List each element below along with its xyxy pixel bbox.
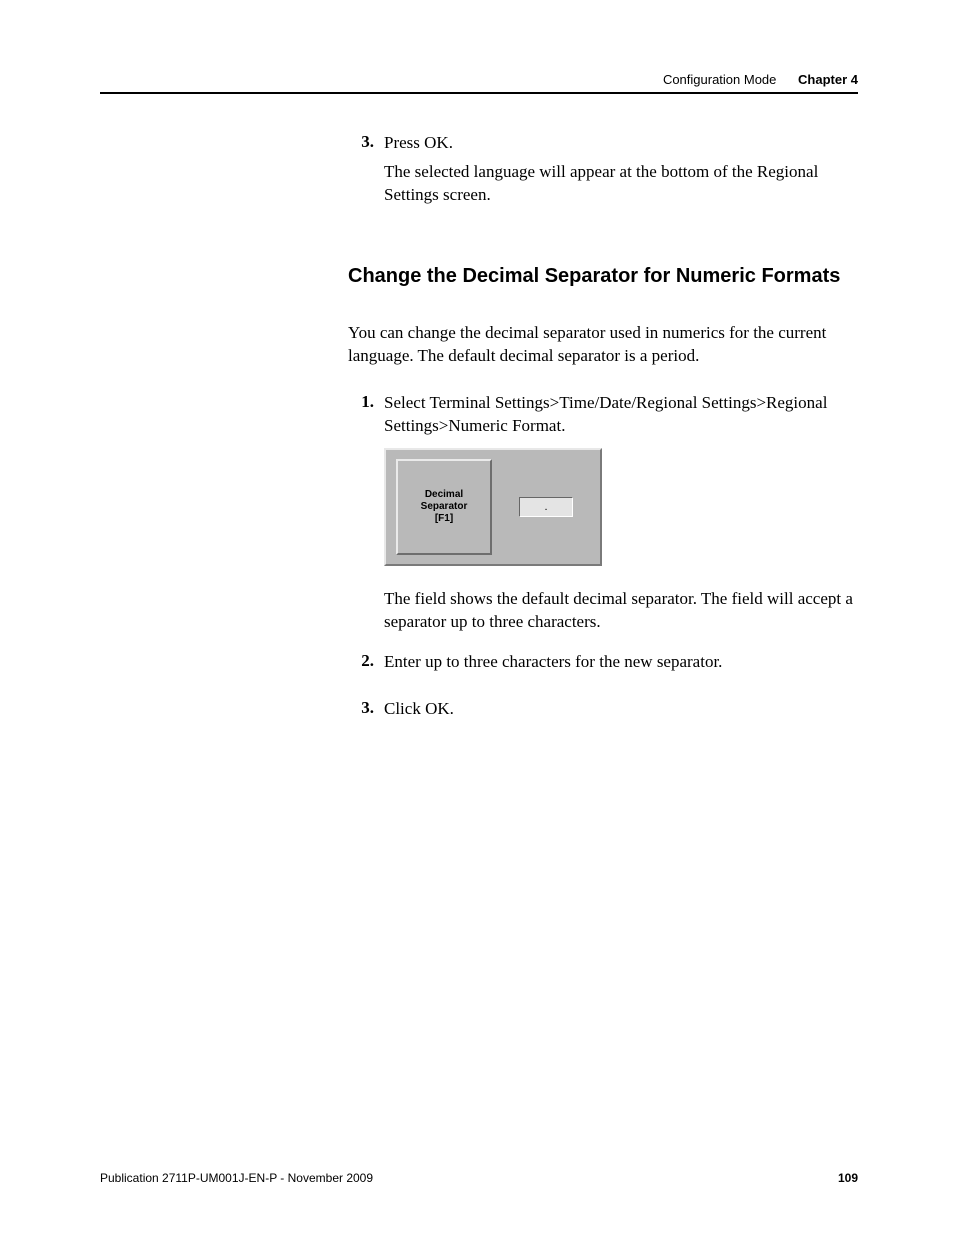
step-text: Click OK.: [384, 698, 858, 721]
button-line3: [F1]: [398, 513, 490, 525]
step-3-press-ok: 3. Press OK.: [348, 132, 858, 155]
step-2: 2. Enter up to three characters for the …: [348, 651, 858, 674]
header-rule: [100, 92, 858, 94]
field-wrap: .: [492, 497, 600, 517]
page-number: 109: [838, 1171, 858, 1185]
step1-followup: The field shows the default decimal sepa…: [384, 588, 858, 634]
section-name: Configuration Mode: [663, 72, 776, 87]
publication-info: Publication 2711P-UM001J-EN-P - November…: [100, 1171, 373, 1185]
step-number: 3.: [348, 698, 374, 721]
main-content: 3. Press OK. The selected language will …: [348, 132, 858, 727]
step-number: 1.: [348, 392, 374, 438]
button-line1: Decimal: [398, 489, 490, 501]
step-3: 3. Click OK.: [348, 698, 858, 721]
step-text: Enter up to three characters for the new…: [384, 651, 858, 674]
button-line2: Separator: [398, 501, 490, 513]
page-footer: Publication 2711P-UM001J-EN-P - November…: [100, 1171, 858, 1185]
step-text: Press OK.: [384, 132, 858, 155]
section-heading: Change the Decimal Separator for Numeric…: [348, 265, 858, 288]
decimal-separator-panel: Decimal Separator [F1] .: [384, 448, 602, 566]
step-1: 1. Select Terminal Settings>Time/Date/Re…: [348, 392, 858, 438]
step-number: 3.: [348, 132, 374, 155]
step-text: Select Terminal Settings>Time/Date/Regio…: [384, 392, 858, 438]
chapter-label: Chapter 4: [798, 72, 858, 87]
decimal-separator-input[interactable]: .: [519, 497, 573, 517]
intro-paragraph: You can change the decimal separator use…: [348, 322, 858, 368]
step-followup: The selected language will appear at the…: [384, 161, 858, 207]
running-header: Configuration Mode Chapter 4: [663, 72, 858, 87]
decimal-separator-button[interactable]: Decimal Separator [F1]: [396, 459, 492, 555]
step-number: 2.: [348, 651, 374, 674]
